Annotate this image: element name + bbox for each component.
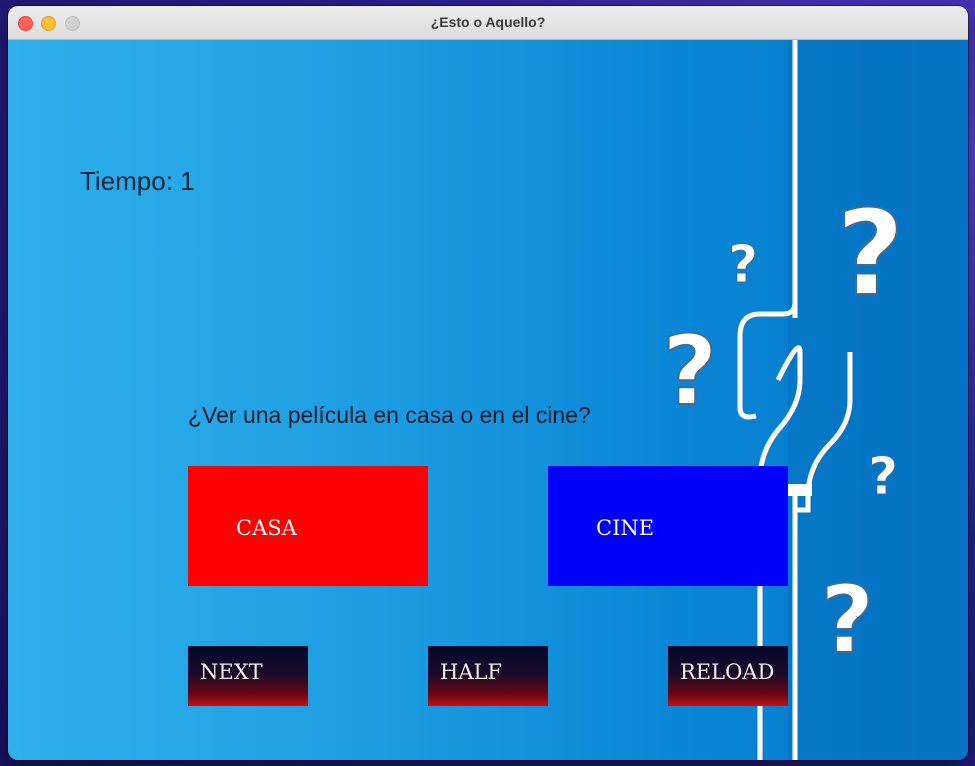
- game-canvas: ? ? ? ? ? Tiempo: 1 ¿Ver una película en…: [8, 40, 968, 760]
- half-button-label: HALF: [440, 660, 502, 684]
- app-window: ¿Esto o Aquello? ? ? ? ? ? Tiempo: 1 ¿Ve…: [8, 6, 968, 760]
- option-a-button[interactable]: CASA: [188, 466, 428, 586]
- half-button[interactable]: HALF: [428, 646, 548, 706]
- option-a-label: CASA: [236, 516, 297, 540]
- reload-button[interactable]: RELOAD: [668, 646, 788, 706]
- svg-text:?: ?: [820, 566, 875, 675]
- next-button[interactable]: NEXT: [188, 646, 308, 706]
- option-b-button[interactable]: CINE: [548, 466, 788, 586]
- timer-label: Tiempo: 1: [80, 166, 195, 196]
- svg-text:?: ?: [662, 315, 718, 427]
- svg-text:?: ?: [868, 447, 898, 507]
- option-b-label: CINE: [596, 516, 655, 540]
- title-bar: ¿Esto o Aquello?: [8, 6, 968, 40]
- reload-button-label: RELOAD: [680, 660, 775, 684]
- svg-text:?: ?: [836, 184, 904, 322]
- window-title: ¿Esto o Aquello?: [430, 14, 546, 30]
- question-text: ¿Ver una película en casa o en el cine?: [188, 402, 591, 428]
- svg-text:?: ?: [728, 235, 758, 295]
- next-button-label: NEXT: [200, 660, 263, 684]
